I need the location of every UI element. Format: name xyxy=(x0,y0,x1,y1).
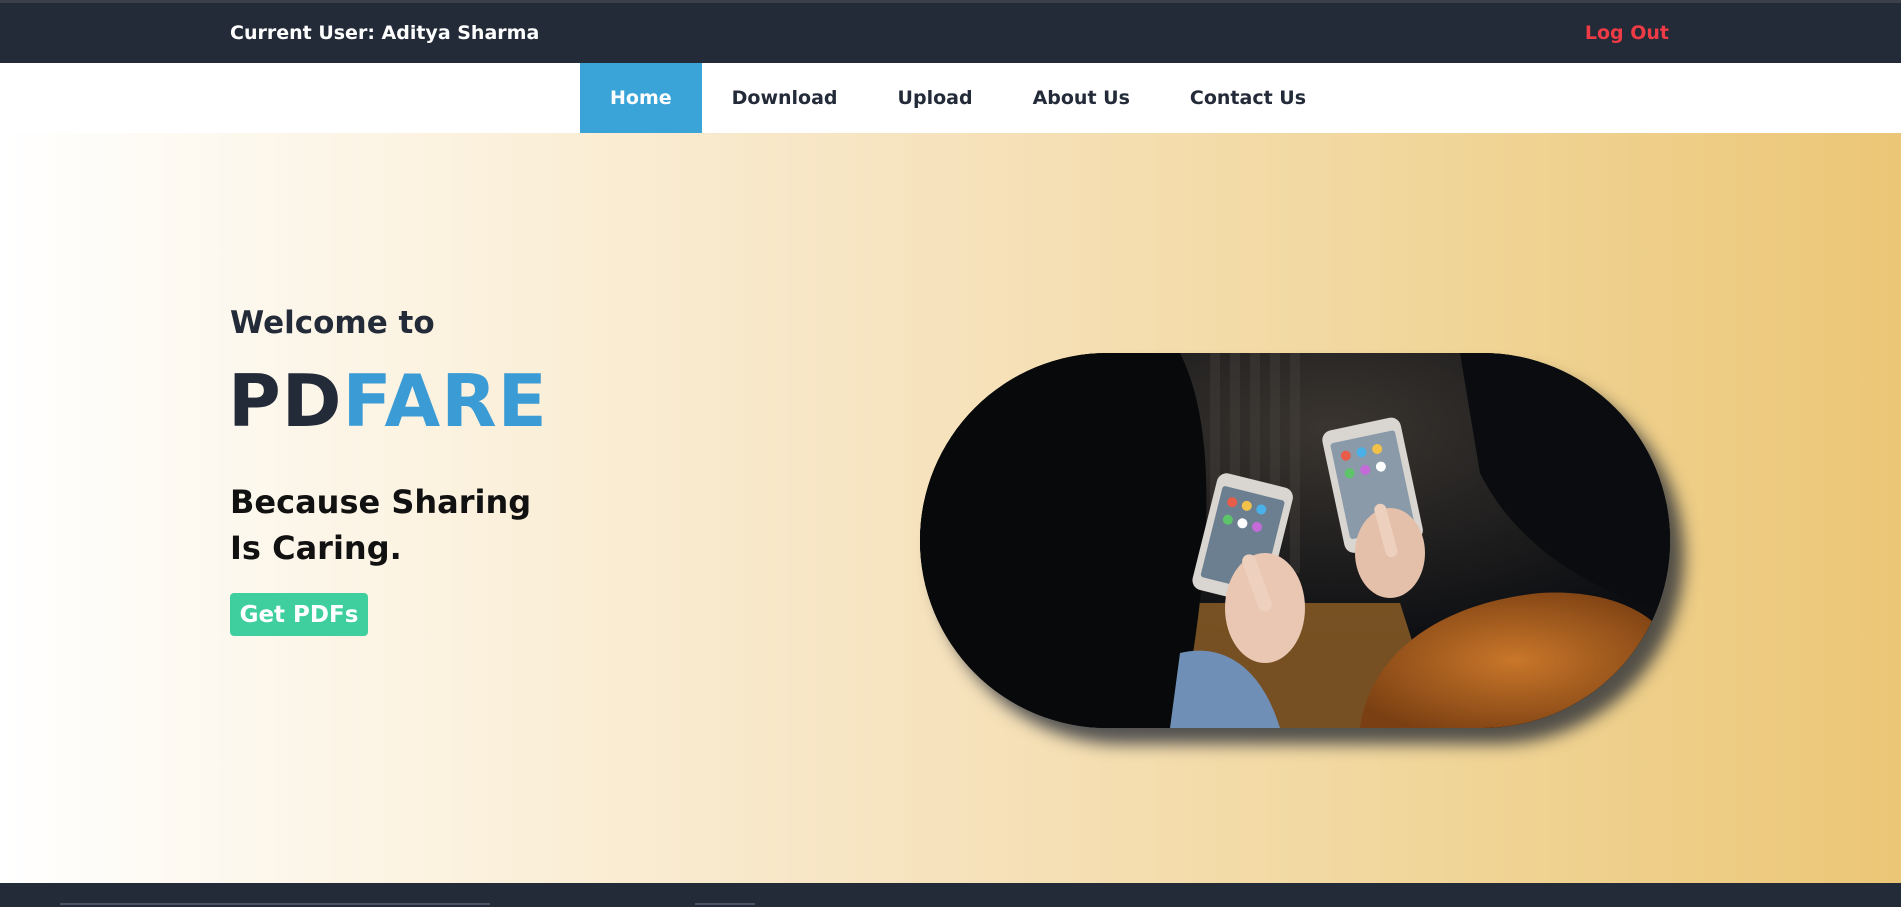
welcome-heading: Welcome to xyxy=(230,305,435,341)
tagline: Because Sharing Is Caring. xyxy=(230,483,532,567)
current-user-label: Current User: Aditya Sharma xyxy=(230,22,540,44)
brand-title-part-1: PD xyxy=(228,359,343,443)
nav-item-home[interactable]: Home xyxy=(580,63,702,133)
footer-divider xyxy=(695,903,755,905)
top-bar: Current User: Aditya Sharma Log Out xyxy=(0,0,1901,63)
nav-item-upload[interactable]: Upload xyxy=(868,63,1003,133)
brand-title-part-2: FARE xyxy=(342,359,548,443)
footer-divider xyxy=(60,903,490,905)
main-nav: Home Download Upload About Us Contact Us xyxy=(0,63,1901,133)
brand-title: PDFARE xyxy=(228,365,548,437)
nav-list: Home Download Upload About Us Contact Us xyxy=(580,63,1336,133)
logout-link[interactable]: Log Out xyxy=(1585,22,1669,44)
nav-item-contact-us[interactable]: Contact Us xyxy=(1160,63,1336,133)
hero-photo xyxy=(920,353,1670,728)
nav-item-download[interactable]: Download xyxy=(702,63,868,133)
get-pdfs-button[interactable]: Get PDFs xyxy=(230,593,368,636)
hero-section: Welcome to PDFARE Because Sharing Is Car… xyxy=(0,133,1901,883)
nav-item-about-us[interactable]: About Us xyxy=(1003,63,1160,133)
people-using-phones-photo-icon xyxy=(920,353,1670,728)
bottom-bar xyxy=(0,883,1901,907)
